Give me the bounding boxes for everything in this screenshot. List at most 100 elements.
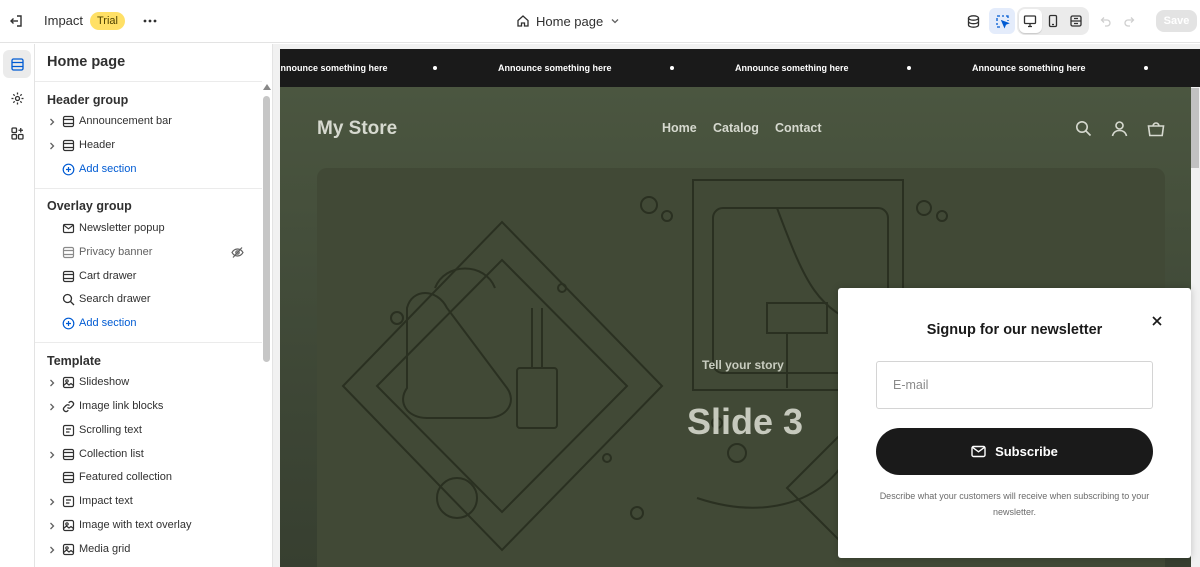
section-slideshow[interactable]: Slideshow	[35, 372, 261, 394]
separator-dot	[670, 66, 674, 70]
mobile-icon[interactable]	[1042, 9, 1065, 33]
announcement-text: Announce something here	[280, 63, 388, 73]
store-logo[interactable]: My Store	[317, 118, 397, 140]
link-icon	[62, 400, 75, 413]
search-icon[interactable]	[1075, 120, 1092, 137]
section-icon	[62, 246, 75, 259]
section-icon	[62, 270, 75, 283]
popup-description: Describe what your customers will receiv…	[879, 491, 1150, 517]
section-label: Slideshow	[79, 376, 130, 388]
close-icon[interactable]	[1151, 315, 1163, 327]
group-title-overlay: Overlay group	[47, 199, 132, 213]
account-icon[interactable]	[1111, 120, 1128, 137]
editor-topbar: Impact Trial Home page Save	[0, 0, 1200, 43]
divider	[35, 342, 262, 343]
announcement-text: Announce something here	[498, 63, 612, 73]
page-selector-label: Home page	[536, 13, 604, 29]
nav-catalog[interactable]: Catalog	[713, 121, 759, 135]
search-icon	[62, 293, 75, 306]
text-icon	[62, 424, 75, 437]
section-announcement-bar[interactable]: Announcement bar	[35, 111, 261, 133]
sections-panel: Home page Header group Announcement bar …	[35, 44, 273, 567]
ai-stack-icon[interactable]	[960, 8, 986, 34]
newsletter-popup: Signup for our newsletter Subscribe Desc…	[838, 288, 1191, 558]
add-section-label: Add section	[79, 317, 137, 329]
add-section-overlay-group[interactable]: Add section	[35, 313, 261, 335]
section-search-drawer[interactable]: Search drawer	[35, 289, 261, 311]
section-label: Newsletter popup	[79, 222, 165, 234]
section-icon	[62, 139, 75, 152]
scroll-up-arrow[interactable]	[263, 84, 271, 90]
chevron-right-icon[interactable]	[47, 520, 57, 532]
hero-heading: Slide 3	[687, 401, 804, 442]
section-label: Featured collection	[79, 471, 172, 483]
section-label: Image link blocks	[79, 400, 164, 412]
announcement-text: Announce something here	[735, 63, 849, 73]
email-icon	[971, 445, 986, 458]
section-collection-list[interactable]: Collection list	[35, 444, 261, 466]
chevron-right-icon[interactable]	[47, 377, 57, 389]
section-label: Header	[79, 139, 116, 151]
full-width-icon[interactable]	[1064, 9, 1087, 33]
more-actions-icon[interactable]	[137, 8, 163, 34]
section-image-link-blocks[interactable]: Image link blocks	[35, 396, 261, 418]
save-button[interactable]: Save	[1156, 10, 1197, 32]
panel-scrollbar[interactable]	[263, 96, 270, 362]
section-icon	[62, 115, 75, 128]
undo-icon[interactable]	[1092, 8, 1118, 34]
group-title-template: Template	[47, 354, 101, 368]
chevron-right-icon[interactable]	[47, 544, 57, 556]
chevron-right-icon[interactable]	[47, 496, 57, 508]
section-cart-drawer[interactable]: Cart drawer	[35, 266, 261, 288]
nav-home[interactable]: Home	[662, 121, 697, 135]
section-label: Scrolling text	[79, 424, 142, 436]
device-toggle	[1017, 7, 1089, 35]
section-media-grid[interactable]: Media grid	[35, 539, 261, 561]
redo-icon[interactable]	[1117, 8, 1143, 34]
section-label: Cart drawer	[79, 270, 137, 282]
inspector-select-icon[interactable]	[989, 8, 1015, 34]
apps-icon[interactable]	[3, 119, 31, 147]
separator-dot	[907, 66, 911, 70]
announcement-bar[interactable]: Announce something here Announce somethi…	[280, 49, 1200, 87]
section-label: Impact text	[79, 495, 133, 507]
chevron-right-icon[interactable]	[47, 140, 57, 152]
section-label: Privacy banner	[79, 246, 153, 258]
slideshow-icon	[62, 376, 75, 389]
cart-icon[interactable]	[1147, 120, 1165, 137]
popup-title: Signup for our newsletter	[926, 322, 1103, 338]
chevron-right-icon[interactable]	[47, 116, 57, 128]
image-icon	[62, 519, 75, 532]
section-privacy-banner[interactable]: Privacy banner	[35, 242, 261, 264]
nav-contact[interactable]: Contact	[775, 121, 822, 135]
section-impact-text[interactable]: Impact text	[35, 491, 261, 513]
theme-preview: Announce something here Announce somethi…	[273, 44, 1200, 567]
email-field[interactable]	[877, 362, 1152, 408]
subscribe-button[interactable]: Subscribe	[876, 428, 1153, 475]
section-featured-collection[interactable]: Featured collection	[35, 467, 261, 489]
page-selector[interactable]: Home page	[516, 8, 621, 34]
section-scrolling-text[interactable]: Scrolling text	[35, 420, 261, 442]
section-image-with-text-overlay[interactable]: Image with text overlay	[35, 515, 261, 537]
desktop-icon[interactable]	[1019, 9, 1042, 33]
section-newsletter-popup[interactable]: Newsletter popup	[35, 218, 261, 240]
preview-scrollbar[interactable]	[1191, 88, 1199, 168]
hidden-eye-icon[interactable]	[231, 246, 244, 259]
divider	[35, 188, 262, 189]
gear-icon[interactable]	[3, 84, 31, 112]
section-label: Announcement bar	[79, 115, 172, 127]
section-header[interactable]: Header	[35, 135, 261, 157]
sections-icon[interactable]	[3, 50, 31, 78]
home-icon	[516, 14, 530, 28]
group-title-header: Header group	[47, 93, 129, 107]
panel-title: Home page	[47, 54, 126, 70]
chevron-down-icon	[609, 15, 621, 27]
image-icon	[62, 543, 75, 556]
announcement-text: Announce something here	[972, 63, 1086, 73]
hero-subheading: Tell your story	[702, 358, 784, 372]
plus-circle-icon	[62, 163, 75, 176]
chevron-right-icon[interactable]	[47, 401, 57, 413]
exit-icon[interactable]	[3, 8, 29, 34]
add-section-header-group[interactable]: Add section	[35, 159, 261, 181]
chevron-right-icon[interactable]	[47, 449, 57, 461]
